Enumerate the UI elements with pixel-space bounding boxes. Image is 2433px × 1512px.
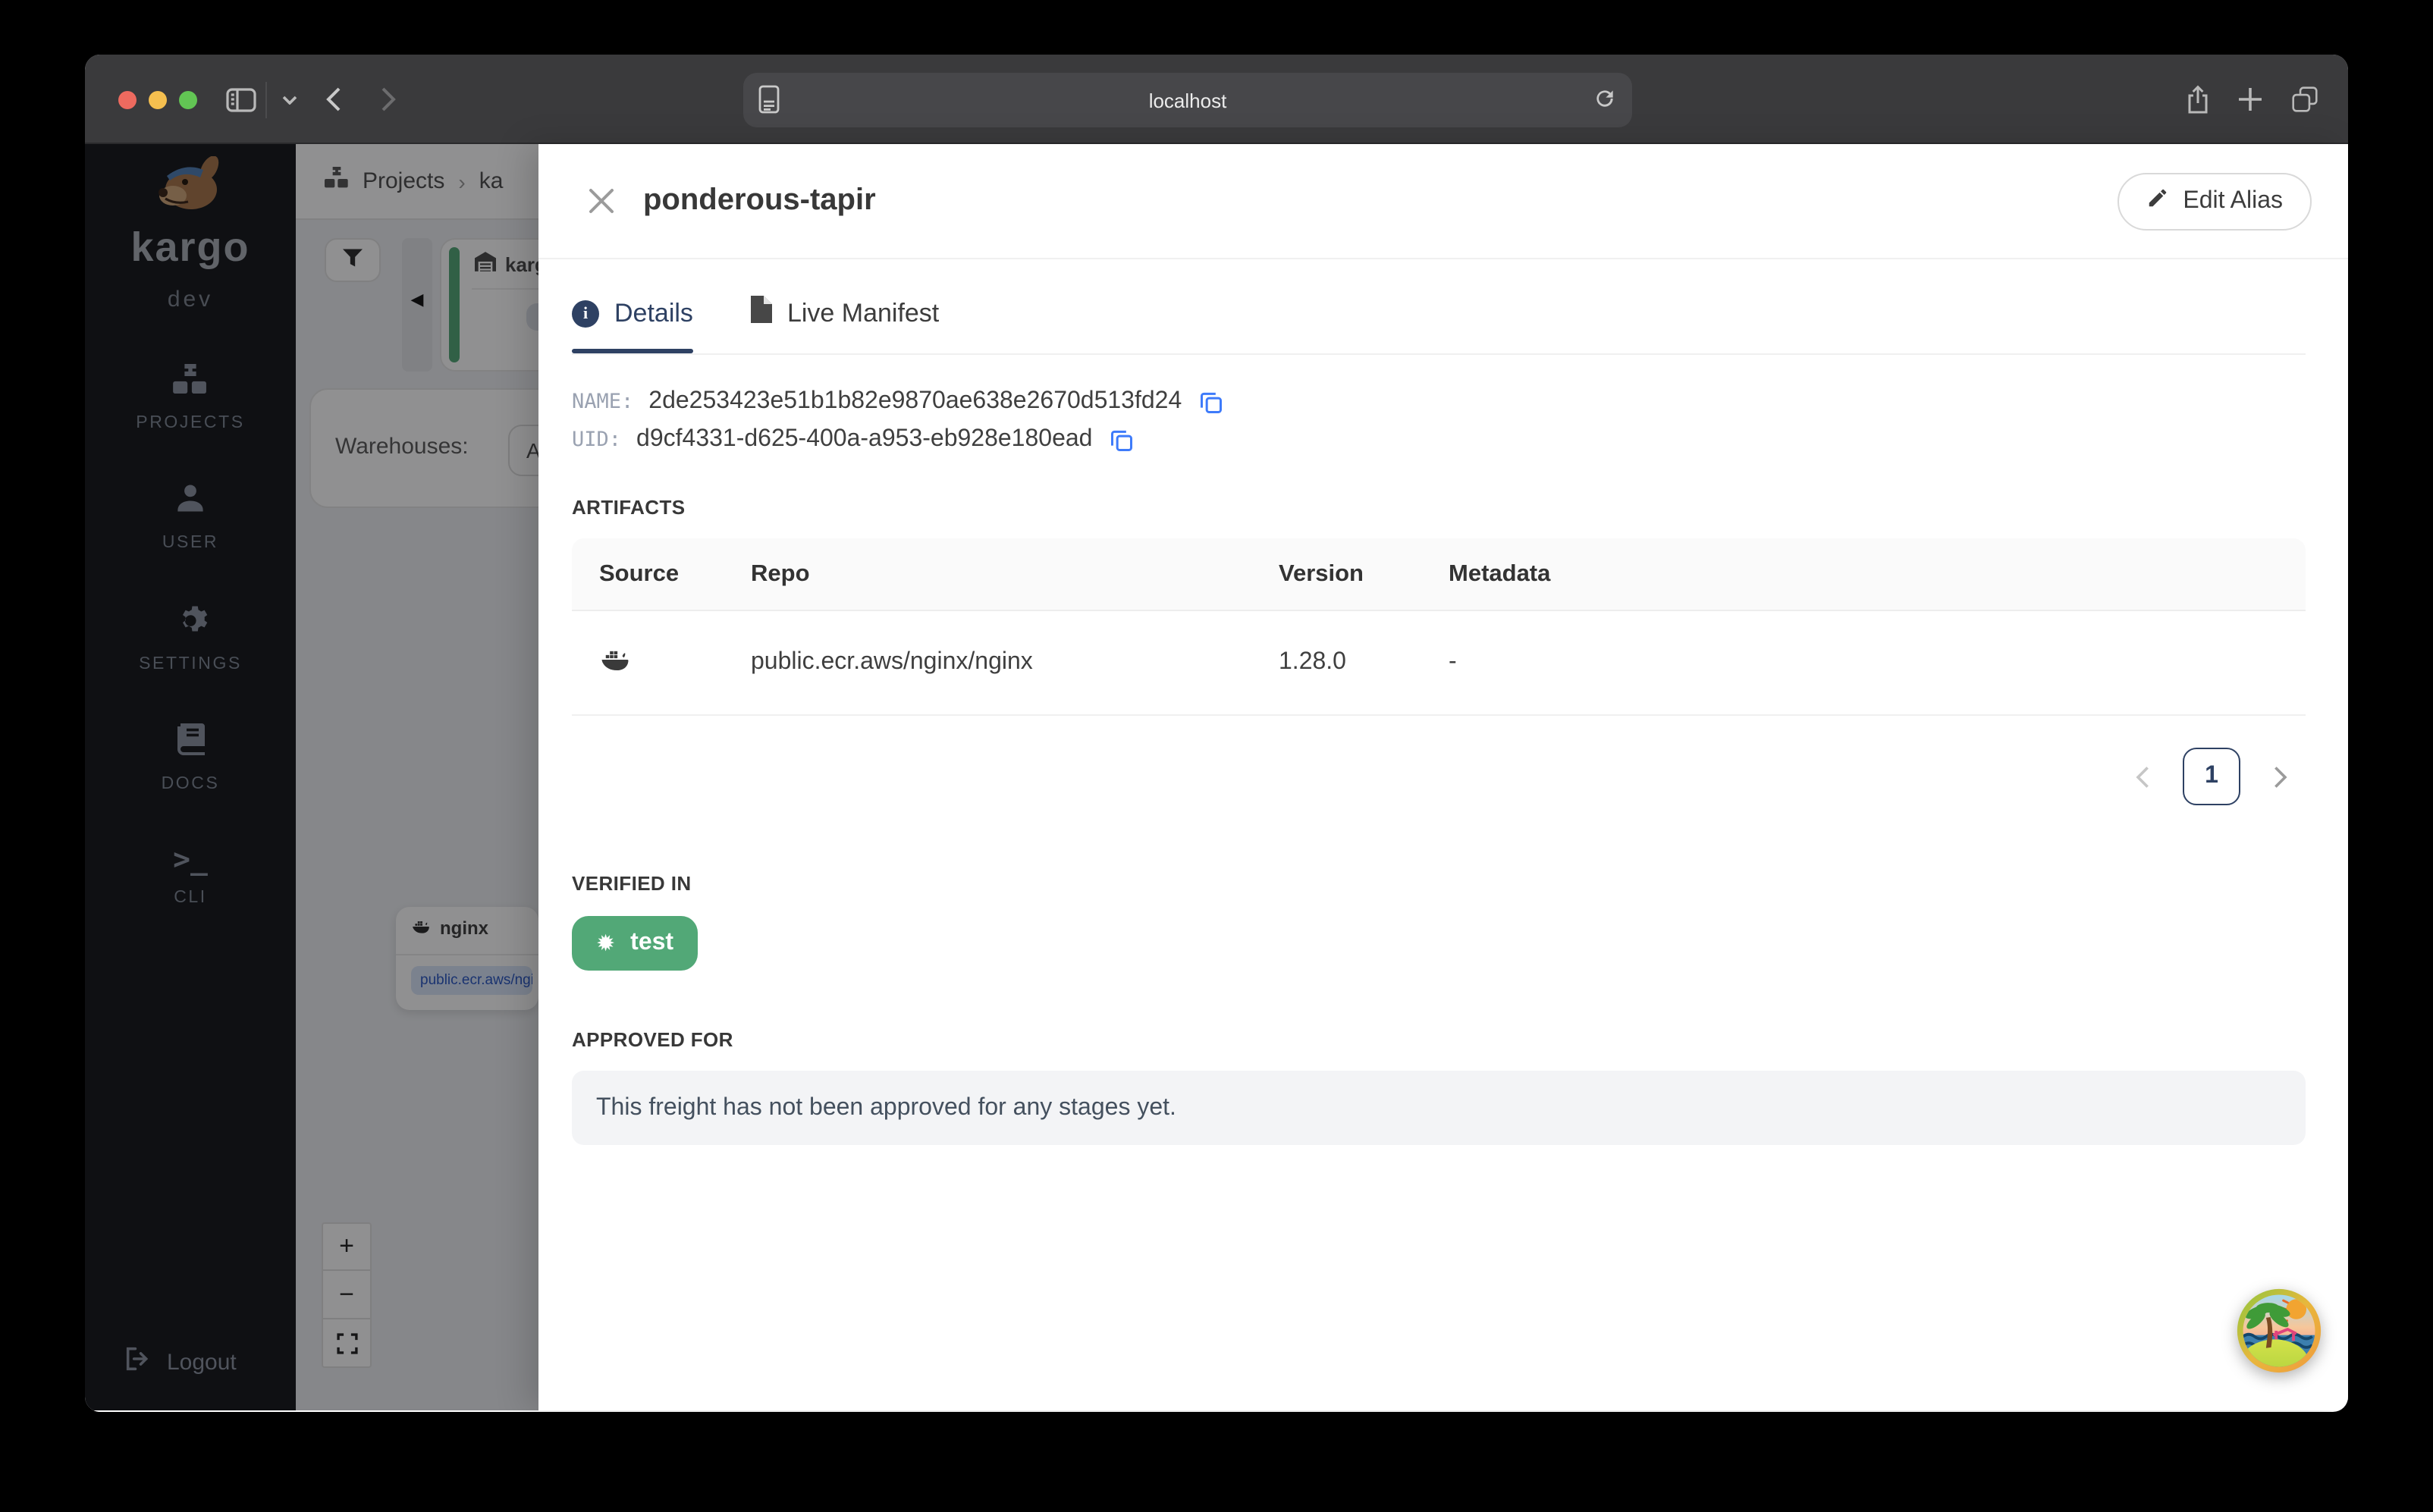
artifact-source-cell [572, 647, 724, 679]
column-header-version: Version [1251, 560, 1421, 588]
close-icon[interactable] [584, 184, 617, 218]
desktop: localhost kargo dev PROJECTS USER SETTIN… [0, 0, 2433, 1512]
tab-details-label: Details [614, 298, 693, 327]
fullscreen-window-button[interactable] [179, 91, 197, 109]
url-text: localhost [1148, 89, 1227, 111]
close-window-button[interactable] [118, 91, 137, 109]
new-tab-icon[interactable] [2230, 55, 2269, 144]
column-header-metadata: Metadata [1421, 560, 2306, 588]
artifact-repo-cell: public.ecr.aws/nginx/nginx [751, 649, 1033, 675]
minimize-window-button[interactable] [149, 91, 167, 109]
file-icon [750, 296, 772, 331]
name-row: NAME: 2de253423e51b1b82e9870ae638e2670d5… [572, 388, 2306, 416]
next-page-icon[interactable] [2274, 765, 2287, 788]
tab-details[interactable]: Details [572, 296, 693, 353]
browser-titlebar: localhost [85, 55, 2348, 144]
table-header-row: Source Repo Version Metadata [572, 538, 2306, 611]
copy-icon[interactable] [1110, 428, 1133, 451]
share-icon[interactable] [2178, 55, 2218, 144]
artifact-metadata-cell: - [1449, 649, 1457, 675]
drawer-header: ponderous-tapir Edit Alias [538, 144, 2348, 258]
edit-alias-button[interactable]: Edit Alias [2117, 172, 2312, 230]
reader-icon[interactable] [758, 85, 780, 121]
approved-for-heading: APPROVED FOR [572, 1028, 733, 1051]
island-extension-icon[interactable] [2236, 1288, 2322, 1374]
sidebar-toggle-icon[interactable] [218, 55, 264, 144]
tab-overview-icon[interactable] [2284, 55, 2324, 144]
verified-stage-name: test [630, 930, 674, 955]
previous-page-icon[interactable] [2136, 765, 2149, 788]
freight-meta: NAME: 2de253423e51b1b82e9870ae638e2670d5… [572, 388, 2306, 453]
freight-details-drawer: ponderous-tapir Edit Alias Details [538, 144, 2348, 1410]
approved-for-empty-message: This freight has not been approved for a… [572, 1071, 2306, 1145]
artifacts-table: Source Repo Version Metadata public.ecr.… [572, 538, 2306, 716]
pagination: 1 [572, 748, 2306, 805]
name-value: 2de253423e51b1b82e9870ae638e2670d513fd24 [648, 388, 1182, 414]
pencil-icon [2146, 186, 2169, 216]
name-label: NAME: [572, 390, 634, 414]
refresh-icon[interactable] [1593, 86, 1617, 118]
uid-label: UID: [572, 428, 622, 452]
docker-icon [599, 650, 631, 677]
verified-stage-badge[interactable]: test [572, 916, 699, 971]
uid-value: d9cf4331-d625-400a-a953-eb928e180ead [636, 426, 1093, 452]
tab-live-manifest-label: Live Manifest [786, 298, 940, 327]
column-header-source: Source [599, 560, 680, 586]
verified-in-heading: VERIFIED IN [572, 872, 692, 895]
info-icon [572, 300, 599, 327]
freight-alias-title: ponderous-tapir [643, 184, 876, 217]
page-number-button[interactable]: 1 [2183, 748, 2240, 805]
forward-icon[interactable] [370, 55, 407, 144]
copy-icon[interactable] [1200, 391, 1223, 413]
artifact-version-cell: 1.28.0 [1279, 649, 1346, 675]
seal-icon [596, 932, 615, 955]
table-row: public.ecr.aws/nginx/nginx 1.28.0 - [572, 611, 2306, 716]
uid-row: UID: d9cf4331-d625-400a-a953-eb928e180ea… [572, 426, 2306, 453]
tabs-divider [572, 353, 2306, 355]
edit-alias-label: Edit Alias [2183, 187, 2283, 213]
tab-live-manifest[interactable]: Live Manifest [750, 296, 940, 353]
drawer-tabs: Details Live Manifest [572, 296, 2306, 353]
column-header-repo: Repo [724, 560, 1251, 588]
back-icon[interactable] [316, 55, 352, 144]
address-bar[interactable]: localhost [743, 73, 1632, 127]
artifacts-heading: ARTIFACTS [572, 496, 686, 519]
browser-window: localhost kargo dev PROJECTS USER SETTIN… [85, 55, 2348, 1412]
browser-viewport: kargo dev PROJECTS USER SETTINGS DOCS >_… [85, 144, 2348, 1410]
toolbar-divider [265, 82, 267, 118]
chevron-down-icon[interactable] [275, 55, 305, 144]
